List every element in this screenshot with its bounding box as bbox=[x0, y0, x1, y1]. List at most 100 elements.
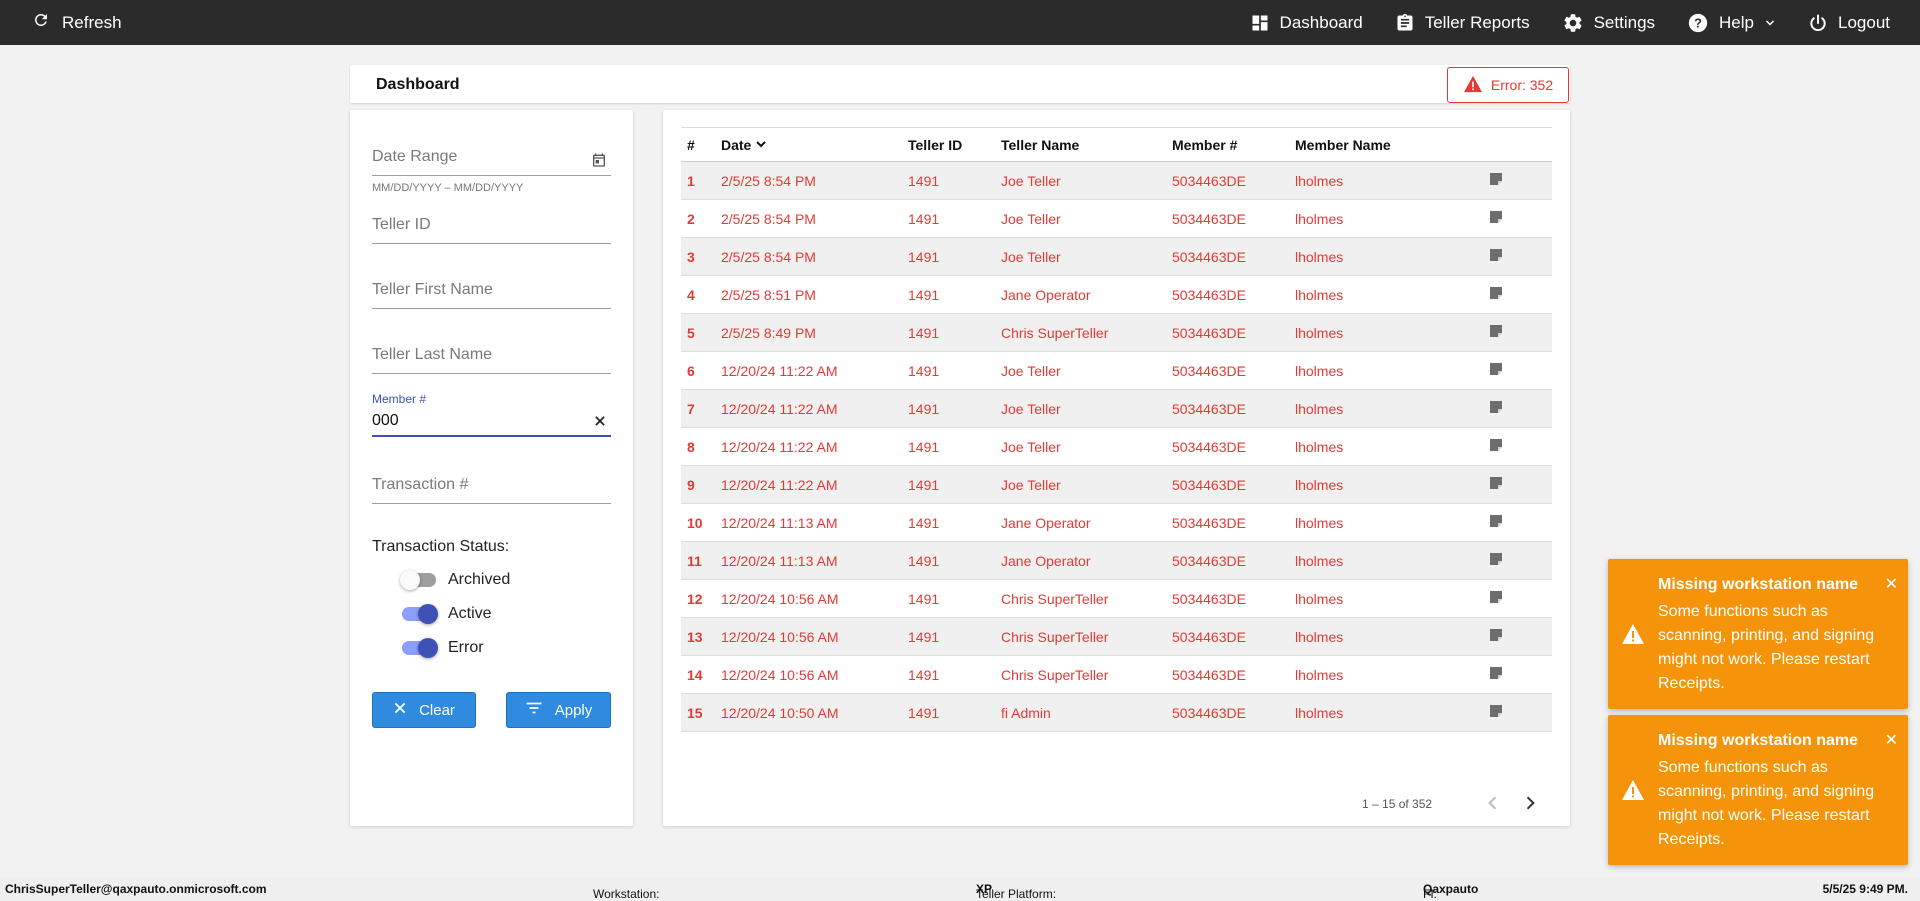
teller-name-cell: Joe Teller bbox=[995, 237, 1166, 276]
clear-field-icon[interactable] bbox=[593, 414, 607, 433]
note-icon[interactable] bbox=[1488, 665, 1504, 684]
table-row[interactable]: 10 12/20/24 11:13 AM 1491 Jane Operator 5034… bbox=[681, 503, 1552, 542]
row-number-cell: 7 bbox=[681, 389, 715, 428]
note-icon[interactable] bbox=[1488, 437, 1504, 456]
table-row[interactable]: 8 12/20/24 11:22 AM 1491 Joe Teller 5034463D… bbox=[681, 427, 1552, 466]
row-number-cell: 12 bbox=[681, 579, 715, 618]
nav-logout[interactable]: Logout bbox=[1808, 13, 1890, 33]
previous-page-button[interactable] bbox=[1483, 793, 1503, 818]
note-icon[interactable] bbox=[1488, 703, 1504, 722]
refresh-button[interactable]: Refresh bbox=[32, 0, 122, 45]
row-number-cell: 15 bbox=[681, 693, 715, 732]
member-name-cell: lholmes bbox=[1289, 503, 1482, 542]
note-icon[interactable] bbox=[1488, 247, 1504, 266]
member-number-field[interactable]: Member # 000 bbox=[372, 392, 611, 437]
active-toggle-switch[interactable] bbox=[402, 604, 438, 624]
teller-id-cell: 1491 bbox=[902, 503, 995, 542]
nav-settings[interactable]: Settings bbox=[1562, 12, 1655, 34]
col-header-member-number: Member # bbox=[1166, 127, 1289, 162]
transaction-number-field[interactable]: Transaction # bbox=[372, 476, 611, 504]
note-icon[interactable] bbox=[1488, 551, 1504, 570]
table-row[interactable]: 7 12/20/24 11:22 AM 1491 Joe Teller 5034463D… bbox=[681, 389, 1552, 428]
note-icon[interactable] bbox=[1488, 323, 1504, 342]
member-number-cell: 5034463DE bbox=[1166, 275, 1289, 314]
member-number-value[interactable]: 000 bbox=[372, 412, 399, 430]
row-actions-cell bbox=[1482, 427, 1552, 466]
table-row[interactable]: 4 2/5/25 8:51 PM 1491 Jane Operator 5034463D… bbox=[681, 275, 1552, 314]
row-number-cell: 5 bbox=[681, 313, 715, 352]
error-toggle[interactable]: Error bbox=[402, 638, 484, 658]
teller-name-cell: Joe Teller bbox=[995, 161, 1166, 200]
transactions-table: # Date Teller ID Teller Name Member # Me… bbox=[681, 127, 1552, 732]
date-cell: 12/20/24 11:13 AM bbox=[715, 503, 902, 542]
calendar-icon[interactable] bbox=[591, 152, 607, 173]
table-row[interactable]: 13 12/20/24 10:56 AM 1491 Chris SuperTeller… bbox=[681, 617, 1552, 656]
sort-desc-icon bbox=[755, 137, 767, 153]
member-number-cell: 5034463DE bbox=[1166, 693, 1289, 732]
error-toggle-label: Error bbox=[448, 639, 484, 656]
note-icon[interactable] bbox=[1488, 285, 1504, 304]
note-icon[interactable] bbox=[1488, 513, 1504, 532]
table-header-row: # Date Teller ID Teller Name Member # Me… bbox=[681, 127, 1552, 162]
note-icon[interactable] bbox=[1488, 589, 1504, 608]
error-toggle-switch[interactable] bbox=[402, 638, 438, 658]
table-row[interactable]: 1 2/5/25 8:54 PM 1491 Joe Teller 5034463DE lh… bbox=[681, 161, 1552, 200]
table-row[interactable]: 5 2/5/25 8:49 PM 1491 Chris SuperTeller 5034… bbox=[681, 313, 1552, 352]
archived-toggle-switch[interactable] bbox=[400, 570, 436, 590]
teller-id-cell: 1491 bbox=[902, 313, 995, 352]
active-toggle[interactable]: Active bbox=[402, 604, 492, 624]
member-name-cell: lholmes bbox=[1289, 541, 1482, 580]
table-row[interactable]: 15 12/20/24 10:50 AM 1491 fi Admin 5034463DE… bbox=[681, 693, 1552, 732]
member-name-cell: lholmes bbox=[1289, 237, 1482, 276]
note-icon[interactable] bbox=[1488, 399, 1504, 418]
table-row[interactable]: 9 12/20/24 11:22 AM 1491 Joe Teller 5034463D… bbox=[681, 465, 1552, 504]
error-count-button[interactable]: Error: 352 bbox=[1447, 67, 1569, 103]
dashboard-icon bbox=[1250, 13, 1270, 33]
nav-logout-label: Logout bbox=[1838, 12, 1890, 32]
nav-teller-reports[interactable]: Teller Reports bbox=[1395, 13, 1530, 33]
nav-help[interactable]: ? Help bbox=[1687, 12, 1776, 34]
warning-icon bbox=[1620, 623, 1646, 650]
gear-icon bbox=[1562, 12, 1584, 34]
note-icon[interactable] bbox=[1488, 171, 1504, 190]
table-row[interactable]: 2 2/5/25 8:54 PM 1491 Joe Teller 5034463DE lh… bbox=[681, 199, 1552, 238]
row-number-cell: 6 bbox=[681, 351, 715, 390]
note-icon[interactable] bbox=[1488, 627, 1504, 646]
member-name-cell: lholmes bbox=[1289, 275, 1482, 314]
chevron-down-icon bbox=[1764, 17, 1776, 29]
toast-close-icon[interactable]: ✕ bbox=[1885, 574, 1898, 594]
teller-first-name-field[interactable]: Teller First Name bbox=[372, 281, 611, 309]
teller-id-cell: 1491 bbox=[902, 237, 995, 276]
table-row[interactable]: 6 12/20/24 11:22 AM 1491 Joe Teller 5034463D… bbox=[681, 351, 1552, 390]
row-actions-cell bbox=[1482, 389, 1552, 428]
teller-name-cell: Jane Operator bbox=[995, 275, 1166, 314]
apply-button[interactable]: Apply bbox=[506, 692, 611, 728]
teller-name-cell: Joe Teller bbox=[995, 199, 1166, 238]
clipboard-icon bbox=[1395, 13, 1415, 33]
next-page-button[interactable] bbox=[1520, 793, 1540, 818]
archived-toggle[interactable]: Archived bbox=[400, 570, 511, 590]
member-name-cell: lholmes bbox=[1289, 693, 1482, 732]
member-name-cell: lholmes bbox=[1289, 617, 1482, 656]
date-range-field[interactable]: Date Range bbox=[372, 148, 611, 176]
clear-button-label: Clear bbox=[419, 701, 455, 719]
table-row[interactable]: 11 12/20/24 11:13 AM 1491 Jane Operator 5034… bbox=[681, 541, 1552, 580]
col-header-number: # bbox=[681, 127, 715, 162]
table-row[interactable]: 14 12/20/24 10:56 AM 1491 Chris SuperTeller… bbox=[681, 655, 1552, 694]
table-row[interactable]: 3 2/5/25 8:54 PM 1491 Joe Teller 5034463DE lh… bbox=[681, 237, 1552, 276]
teller-last-name-field[interactable]: Teller Last Name bbox=[372, 346, 611, 374]
member-number-cell: 5034463DE bbox=[1166, 161, 1289, 200]
results-panel: # Date Teller ID Teller Name Member # Me… bbox=[663, 110, 1570, 826]
archived-toggle-label: Archived bbox=[448, 571, 511, 588]
note-icon[interactable] bbox=[1488, 361, 1504, 380]
nav-dashboard[interactable]: Dashboard bbox=[1250, 13, 1363, 33]
date-cell: 12/20/24 11:22 AM bbox=[715, 389, 902, 428]
note-icon[interactable] bbox=[1488, 209, 1504, 228]
table-row[interactable]: 12 12/20/24 10:56 AM 1491 Chris SuperTeller… bbox=[681, 579, 1552, 618]
teller-id-field[interactable]: Teller ID bbox=[372, 216, 611, 244]
col-header-date[interactable]: Date bbox=[715, 127, 902, 162]
toast-close-icon[interactable]: ✕ bbox=[1885, 730, 1898, 750]
note-icon[interactable] bbox=[1488, 475, 1504, 494]
footer-fi-label: FI: bbox=[1423, 887, 1437, 901]
clear-button[interactable]: Clear bbox=[372, 692, 476, 728]
